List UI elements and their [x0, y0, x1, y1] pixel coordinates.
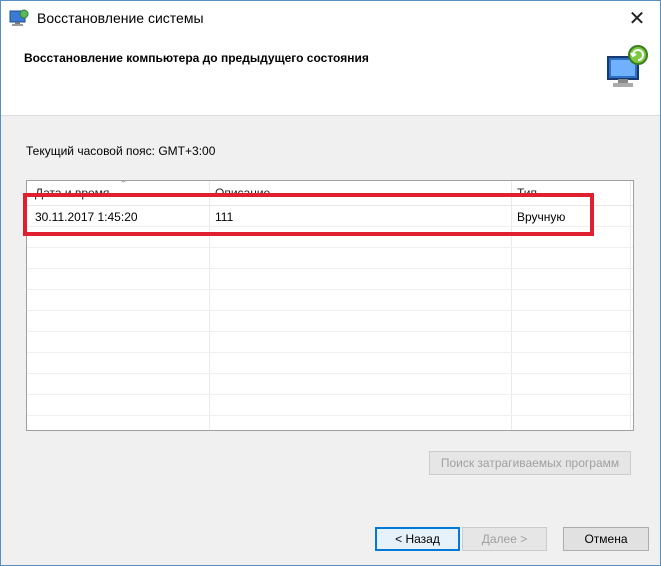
close-button[interactable]: ✕: [614, 1, 660, 35]
close-icon: ✕: [628, 7, 646, 30]
divider: [1, 506, 660, 507]
table-row: [27, 269, 633, 290]
system-restore-window: Восстановление системы ✕ Восстановление …: [0, 0, 661, 566]
title-bar[interactable]: Восстановление системы ✕: [1, 1, 660, 39]
timezone-label: Текущий часовой пояс: GMT+3:00: [26, 144, 216, 158]
header: Восстановление компьютера до предыдущего…: [1, 39, 660, 116]
next-button[interactable]: Далее >: [462, 527, 547, 551]
table-row: [27, 290, 633, 311]
table-row: [27, 311, 633, 332]
window-title: Восстановление системы: [37, 10, 204, 26]
table-row: [27, 248, 633, 269]
page-title: Восстановление компьютера до предыдущего…: [24, 51, 369, 65]
selection-highlight-frame: [23, 193, 594, 236]
back-button[interactable]: < Назад: [375, 527, 460, 551]
scan-affected-programs-button[interactable]: Поиск затрагиваемых программ: [429, 451, 631, 475]
table-row: [27, 395, 633, 416]
system-restore-icon: [9, 9, 29, 27]
sort-arrow-icon: ﹀: [119, 180, 129, 189]
table-row: [27, 332, 633, 353]
cancel-button[interactable]: Отмена: [563, 527, 649, 551]
restore-monitor-icon: [604, 43, 652, 91]
table-row: [27, 374, 633, 395]
table-row: [27, 353, 633, 374]
